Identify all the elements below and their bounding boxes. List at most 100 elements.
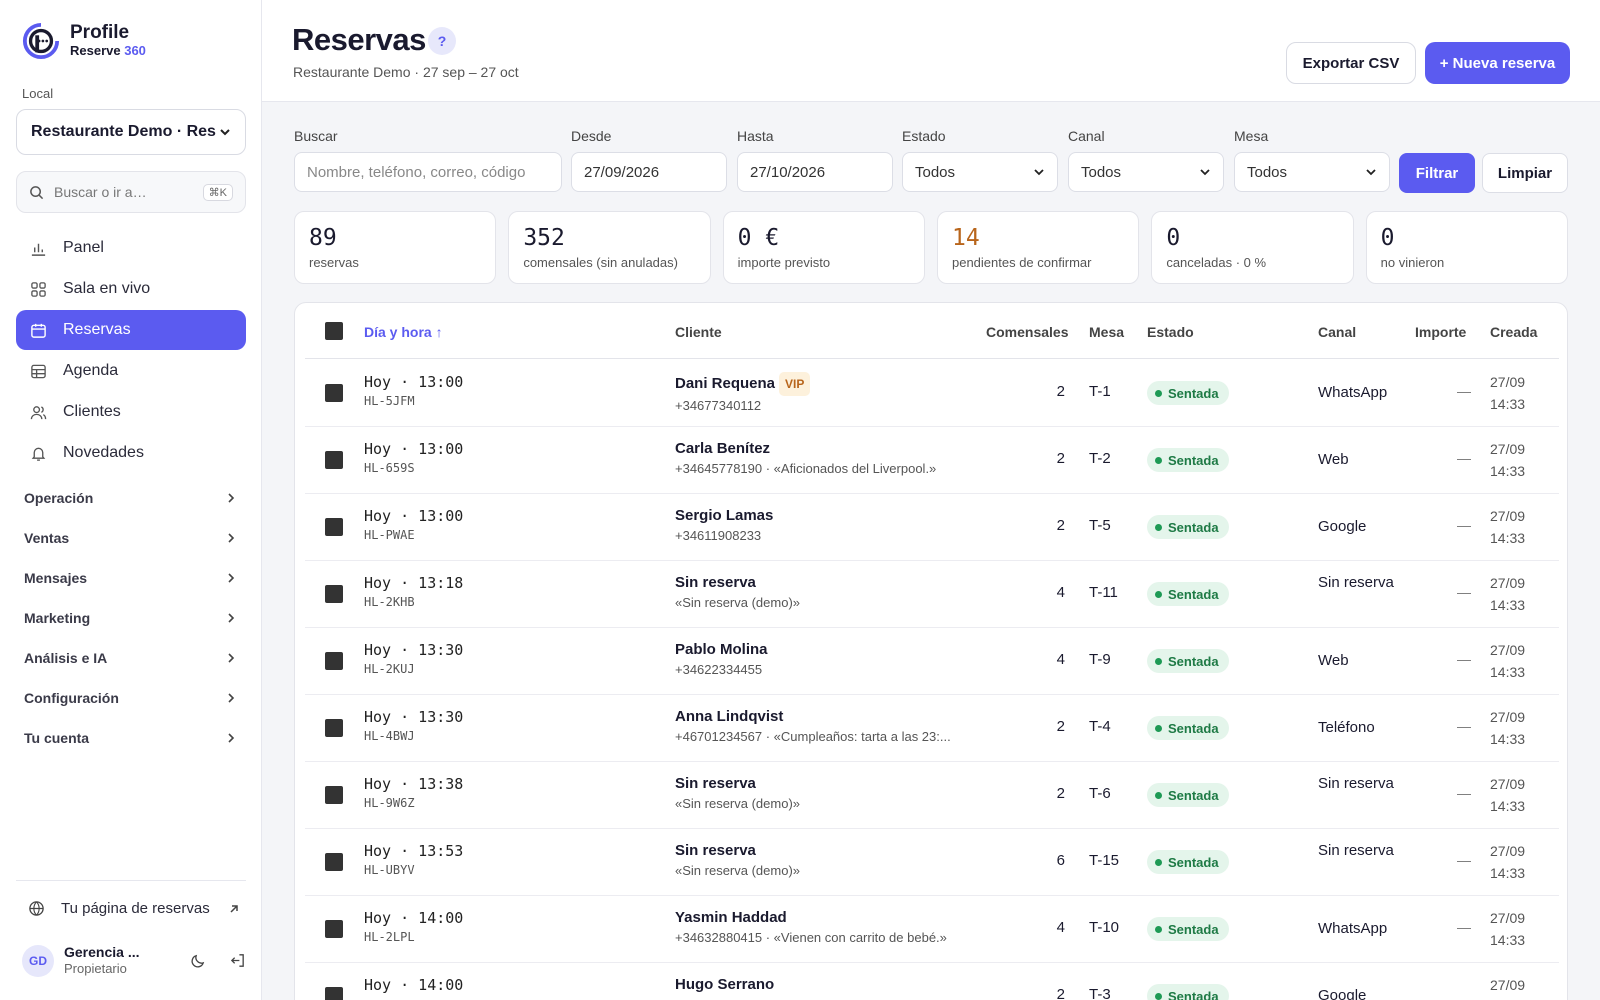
row-checkbox[interactable] <box>325 853 343 871</box>
status-badge[interactable]: Sentada <box>1147 582 1229 606</box>
reservations-table: Día y hora ↑ Cliente Comensales Mesa Est… <box>294 302 1568 1000</box>
page-header: Reservas ? Restaurante Demo · 27 sep – 2… <box>262 0 1600 102</box>
table-row[interactable]: Hoy · 13:38 HL-9W6Z Sin reserva «Sin reserv… <box>305 762 1559 829</box>
sidebar-search-input[interactable]: Buscar o ir a… ⌘K <box>16 171 246 213</box>
status-badge[interactable]: Sentada <box>1147 783 1229 807</box>
customer-name[interactable]: Carla Benítez <box>675 439 936 459</box>
reservation-code: HL-UBYV <box>364 863 415 877</box>
export-csv-button[interactable]: Exportar CSV <box>1286 42 1416 84</box>
logout-icon[interactable] <box>229 952 246 969</box>
status-badge[interactable]: Sentada <box>1147 649 1229 673</box>
local-label: Local <box>22 86 54 101</box>
customer-info: +34611908233 <box>675 528 762 543</box>
customer-info: «Sin reserva (demo)» <box>675 796 800 811</box>
select-all-checkbox[interactable] <box>325 322 343 340</box>
status-badge[interactable]: Sentada <box>1147 917 1229 941</box>
new-reservation-button[interactable]: + Nueva reserva <box>1425 42 1570 84</box>
row-checkbox[interactable] <box>325 451 343 469</box>
moon-icon[interactable] <box>190 952 207 969</box>
guest-count: 2 <box>1056 517 1065 534</box>
customer-name[interactable]: Yasmin Haddad <box>675 908 947 928</box>
sidebar-item-panel[interactable]: Panel <box>16 228 246 268</box>
sidebar-item-agenda[interactable]: Agenda <box>16 351 246 391</box>
avatar[interactable]: GD <box>22 944 54 977</box>
row-checkbox[interactable] <box>325 920 343 938</box>
status-badge[interactable]: Sentada <box>1147 716 1229 740</box>
row-checkbox[interactable] <box>325 987 343 1000</box>
column-header-amount[interactable]: Importe <box>1415 324 1466 340</box>
filter-canal-select[interactable]: Todos <box>1068 152 1224 192</box>
table-row[interactable]: Hoy · 13:00 HL-PWAE Sergio Lamas +346119082… <box>305 494 1559 561</box>
sidebar-item-label: Reservas <box>63 321 131 338</box>
column-header-table[interactable]: Mesa <box>1089 324 1124 340</box>
sidebar-item-sala-en-vivo[interactable]: Sala en vivo <box>16 269 246 309</box>
table-row[interactable]: Hoy · 13:30 HL-2KUJ Pablo Molina +346223344… <box>305 628 1559 695</box>
reservation-datetime: Hoy · 13:00 <box>364 440 464 458</box>
public-booking-link[interactable]: Tu página de reservas <box>28 900 240 917</box>
table-row[interactable]: Hoy · 13:00 HL-659S Carla Benítez +34645778… <box>305 427 1559 494</box>
column-header-status[interactable]: Estado <box>1147 324 1194 340</box>
sidebar-group-mensajes[interactable]: Mensajes <box>16 558 246 598</box>
table-number: T-2 <box>1089 450 1111 467</box>
status-dot <box>1155 389 1162 397</box>
sidebar-item-reservas[interactable]: Reservas <box>16 310 246 350</box>
table-row[interactable]: Hoy · 14:00 HL-2LPL Yasmin Haddad +34632880… <box>305 896 1559 963</box>
sidebar-group-ventas[interactable]: Ventas <box>16 518 246 558</box>
brand-name: Profile <box>70 22 130 43</box>
column-header-when[interactable]: Día y hora ↑ <box>364 324 443 340</box>
table-row[interactable]: Hoy · 13:53 HL-UBYV Sin reserva «Sin reserv… <box>305 829 1559 896</box>
sidebar-group-analisis[interactable]: Análisis e IA <box>16 638 246 678</box>
column-header-guests[interactable]: Comensales <box>986 324 1068 340</box>
stat-label: pendientes de confirmar <box>951 255 1092 270</box>
table-row[interactable]: Hoy · 13:00 HL-5JFM Dani Requena VIP +346773… <box>305 360 1559 427</box>
customer-name[interactable]: Pablo Molina <box>675 640 768 660</box>
column-header-created[interactable]: Creada <box>1490 324 1537 340</box>
sidebar-group-tu-cuenta[interactable]: Tu cuenta <box>16 718 246 758</box>
filter-from-input[interactable]: 27/09/2026 <box>571 152 727 192</box>
row-checkbox[interactable] <box>325 652 343 670</box>
filter-estado-select[interactable]: Todos <box>902 152 1058 192</box>
customer-name[interactable]: Sin reserva <box>675 774 800 794</box>
sidebar-group-marketing[interactable]: Marketing <box>16 598 246 638</box>
customer-name[interactable]: Sin reserva <box>675 841 800 861</box>
customer-name[interactable]: Hugo Serrano <box>675 975 774 995</box>
status-dot <box>1155 657 1162 665</box>
status-badge[interactable]: Sentada <box>1147 984 1229 1000</box>
table-row[interactable]: Hoy · 13:18 HL-2KHB Sin reserva «Sin reserv… <box>305 561 1559 628</box>
filter-mesa-select[interactable]: Todos <box>1234 152 1390 192</box>
customer-name[interactable]: Anna Lindqvist <box>675 707 951 727</box>
status-badge[interactable]: Sentada <box>1147 850 1229 874</box>
row-checkbox[interactable] <box>325 786 343 804</box>
row-checkbox[interactable] <box>325 585 343 603</box>
table-row[interactable]: Hoy · 14:00 Hugo Serrano 2 T-3 Sentada Google… <box>305 963 1559 1000</box>
table-row[interactable]: Hoy · 13:30 HL-4BWJ Anna Lindqvist +4670123… <box>305 695 1559 762</box>
help-icon[interactable]: ? <box>428 27 456 55</box>
filter-search-input[interactable]: Nombre, teléfono, correo, código <box>294 152 562 192</box>
stat-card-reservas: 89 reservas <box>294 211 497 284</box>
sidebar-item-clientes[interactable]: Clientes <box>16 392 246 432</box>
status-badge[interactable]: Sentada <box>1147 515 1229 539</box>
row-checkbox[interactable] <box>325 719 343 737</box>
filter-button[interactable]: Filtrar <box>1399 153 1475 193</box>
chevron-down-icon <box>220 129 230 136</box>
customer-name[interactable]: Dani Requena VIP <box>675 372 811 396</box>
status-badge[interactable]: Sentada <box>1147 448 1229 472</box>
created-time: 14:33 <box>1490 530 1526 546</box>
sidebar-item-novedades[interactable]: Novedades <box>16 433 246 473</box>
user-profile[interactable]: GD Gerencia ... Propietario <box>22 944 246 977</box>
clear-filters-button[interactable]: Limpiar <box>1482 153 1568 193</box>
column-header-client[interactable]: Cliente <box>675 324 722 340</box>
sidebar-group-operacion[interactable]: Operación <box>16 478 246 518</box>
status-badge[interactable]: Sentada <box>1147 381 1229 405</box>
sidebar-group-configuracion[interactable]: Configuración <box>16 678 246 718</box>
sidebar-item-label: Agenda <box>63 362 119 379</box>
channel: WhatsApp <box>1318 384 1388 401</box>
customer-name[interactable]: Sergio Lamas <box>675 506 773 526</box>
row-checkbox[interactable] <box>325 384 343 402</box>
brand[interactable]: Profile Reserve 360 <box>22 22 146 60</box>
customer-name[interactable]: Sin reserva <box>675 573 800 593</box>
local-select[interactable]: Restaurante Demo · Res <box>16 109 246 155</box>
filter-to-input[interactable]: 27/10/2026 <box>737 152 893 192</box>
row-checkbox[interactable] <box>325 518 343 536</box>
column-header-channel[interactable]: Canal <box>1318 324 1356 340</box>
